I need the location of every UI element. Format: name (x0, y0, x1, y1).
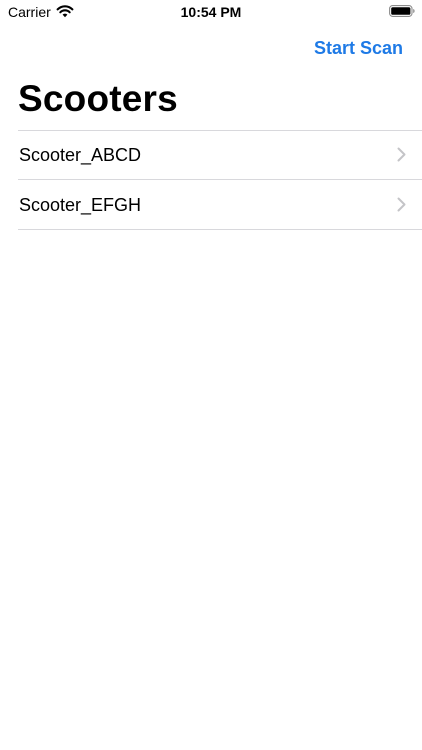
list-item-label: Scooter_ABCD (19, 145, 142, 165)
scooter-list: Scooter_ABCD Scooter_EFGH (18, 130, 422, 230)
chevron-right-icon (397, 147, 406, 162)
list-item[interactable]: Scooter_EFGH (18, 180, 422, 230)
page-title: Scooters (18, 78, 178, 119)
list-item-label: Scooter_EFGH (19, 195, 142, 215)
battery-icon (389, 5, 415, 17)
start-scan-button[interactable]: Start Scan (314, 36, 403, 60)
list-item[interactable]: Scooter_ABCD (18, 130, 422, 180)
status-time: 10:54 PM (180, 4, 242, 20)
status-bar: Carrier 10:54 PM (0, 0, 422, 26)
chevron-right-icon (397, 197, 406, 212)
